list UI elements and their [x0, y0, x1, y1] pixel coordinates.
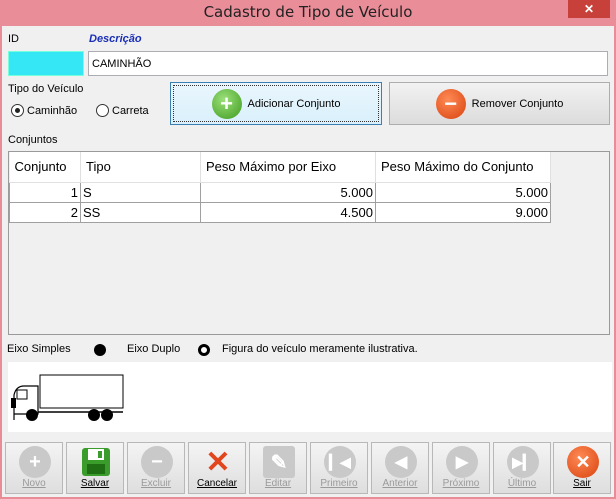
sair-label: Sair	[573, 478, 591, 489]
novo-button[interactable]: + Novo	[5, 442, 63, 494]
next-icon: ▶	[446, 446, 478, 478]
exit-icon: ✕	[567, 446, 599, 478]
plus-icon: +	[211, 88, 242, 119]
adicionar-conjunto-label: Adicionar Conjunto	[247, 97, 341, 110]
ultimo-button[interactable]: ▶▎ Último	[493, 442, 551, 494]
legend-eixo-duplo: Eixo Duplo	[127, 343, 180, 355]
conjuntos-grid[interactable]: Conjunto Tipo Peso Máximo por Eixo Peso …	[8, 151, 610, 335]
col-tipo[interactable]: Tipo	[80, 152, 201, 183]
cell-tipo[interactable]: S	[80, 181, 201, 203]
excluir-button[interactable]: − Excluir	[127, 442, 185, 494]
editar-button[interactable]: ✎ Editar	[249, 442, 307, 494]
table-row[interactable]: 1 S 5.000 5.000	[9, 181, 551, 203]
last-icon: ▶▎	[507, 446, 539, 478]
first-icon: ▎◀	[324, 446, 356, 478]
anterior-label: Anterior	[382, 478, 418, 489]
cell-peso-conjunto[interactable]: 9.000	[375, 201, 551, 223]
truck-icon	[11, 374, 124, 421]
save-icon	[80, 446, 112, 478]
eixo-duplo-icon	[198, 344, 210, 356]
radio-dot-selected[interactable]	[11, 104, 24, 117]
cancel-x-icon: ✕	[205, 445, 231, 479]
conjuntos-label: Conjuntos	[8, 134, 58, 146]
radio-carreta-label: Carreta	[112, 104, 149, 117]
legend-note: Figura do veículo meramente ilustrativa.	[222, 343, 418, 355]
legend-eixo-simples: Eixo Simples	[7, 343, 71, 355]
sair-button[interactable]: ✕ Sair	[553, 442, 611, 494]
legend-note-label: Figura do veículo meramente ilustrativa.	[222, 343, 418, 355]
primeiro-button[interactable]: ▎◀ Primeiro	[310, 442, 368, 494]
descricao-field[interactable]: CAMINHÃO	[88, 51, 608, 76]
col-conjunto[interactable]: Conjunto	[9, 152, 81, 183]
title-bar: Cadastro de Tipo de Veículo ✕	[0, 0, 616, 26]
excluir-label: Excluir	[140, 478, 171, 489]
window-title: Cadastro de Tipo de Veículo	[203, 3, 413, 21]
novo-label: Novo	[22, 478, 46, 489]
radio-caminhao-label: Caminhão	[27, 104, 78, 117]
id-label: ID	[8, 33, 19, 45]
editar-label: Editar	[264, 478, 292, 489]
remover-conjunto-label: Remover Conjunto	[471, 97, 564, 110]
close-button[interactable]: ✕	[568, 0, 610, 18]
cell-peso-eixo[interactable]: 5.000	[200, 181, 376, 203]
radio-caminhao[interactable]: Caminhão	[11, 104, 77, 117]
table-row[interactable]: 2 SS 4.500 9.000	[9, 201, 551, 223]
col-peso-conjunto[interactable]: Peso Máximo do Conjunto	[375, 152, 551, 183]
cell-peso-conjunto[interactable]: 5.000	[375, 181, 551, 203]
plus-icon: +	[19, 446, 51, 478]
radio-carreta[interactable]: Carreta	[96, 104, 149, 117]
cell-peso-eixo[interactable]: 4.500	[200, 201, 376, 223]
bottom-toolbar: + Novo Salvar − Excluir ✕ Cancelar ✎ Edi…	[2, 440, 614, 497]
adicionar-conjunto-button[interactable]: + Adicionar Conjunto	[170, 82, 382, 125]
tipo-veiculo-label: Tipo do Veículo	[8, 83, 84, 95]
edit-icon: ✎	[263, 446, 295, 478]
legend-simples-label: Eixo Simples	[7, 343, 71, 355]
id-field[interactable]	[8, 51, 84, 76]
minus-icon: −	[435, 88, 466, 119]
salvar-label: Salvar	[80, 478, 110, 489]
col-peso-eixo[interactable]: Peso Máximo por Eixo	[200, 152, 376, 183]
primeiro-label: Primeiro	[320, 478, 358, 489]
salvar-button[interactable]: Salvar	[66, 442, 124, 494]
remover-conjunto-button[interactable]: − Remover Conjunto	[389, 82, 610, 125]
grid-header-row: Conjunto Tipo Peso Máximo por Eixo Peso …	[9, 152, 551, 183]
minus-icon: −	[141, 446, 173, 478]
descricao-label: Descrição	[89, 33, 142, 45]
proximo-label: Próximo	[442, 478, 480, 489]
previous-icon: ◀	[385, 446, 417, 478]
radio-dot[interactable]	[96, 104, 109, 117]
anterior-button[interactable]: ◀ Anterior	[371, 442, 429, 494]
proximo-button[interactable]: ▶ Próximo	[432, 442, 490, 494]
legend-duplo-label: Eixo Duplo	[127, 343, 181, 355]
cell-conjunto[interactable]: 1	[9, 181, 81, 203]
cell-tipo[interactable]: SS	[80, 201, 201, 223]
form-client-area: ID Descrição CAMINHÃO Tipo do Veículo Ca…	[2, 26, 614, 497]
cancelar-button[interactable]: ✕ Cancelar	[188, 442, 246, 494]
eixo-simples-icon	[94, 344, 106, 356]
ultimo-label: Último	[507, 478, 537, 489]
cancelar-label: Cancelar	[196, 478, 238, 489]
truck-illustration-area	[8, 362, 612, 432]
cell-conjunto[interactable]: 2	[9, 201, 81, 223]
